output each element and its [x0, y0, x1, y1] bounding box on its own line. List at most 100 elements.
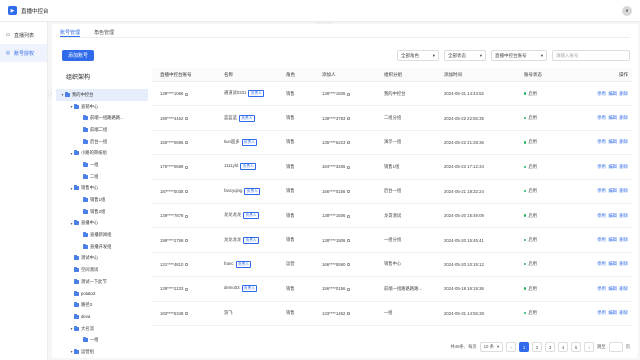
lock-icon	[184, 263, 188, 267]
disable-button[interactable]: 停用	[597, 115, 606, 120]
folder-icon	[83, 243, 88, 249]
org-tree-node[interactable]: 销售2组	[56, 206, 148, 218]
org-tree-node[interactable]: potato2	[56, 288, 148, 300]
org-tree-node-label: 一组	[90, 161, 99, 167]
org-tree-node[interactable]: ▾ 运营组	[56, 346, 148, 358]
disable-button[interactable]: 停用	[597, 237, 606, 242]
org-tree-node[interactable]: 销售1组	[56, 194, 148, 206]
org-tree-node[interactable]: ▾ 直播中心	[56, 218, 148, 230]
cell-status: 启用	[524, 164, 582, 170]
status-dot-icon	[524, 238, 527, 242]
disable-button[interactable]: 停用	[597, 164, 606, 169]
org-tree-node[interactable]: 后台一组	[56, 136, 148, 148]
delete-button[interactable]: 删除	[619, 139, 628, 144]
edit-button[interactable]: 编辑	[608, 139, 617, 144]
org-tree-node[interactable]: 一组	[56, 159, 148, 171]
account-search-input[interactable]: 请输入账号	[552, 50, 630, 61]
delete-button[interactable]: 删除	[619, 261, 628, 266]
delete-button[interactable]: 删除	[619, 188, 628, 193]
page-number-button[interactable]: 5	[571, 342, 582, 352]
org-tree-node-label: 销售2组	[90, 208, 106, 214]
status-select[interactable]: 全部状态 ▾	[444, 50, 486, 61]
org-tree-node[interactable]: 前端一组路路路...	[56, 112, 148, 124]
header-group: 组织分组	[384, 71, 402, 77]
org-tree-node[interactable]: 二组	[56, 171, 148, 183]
status-text: 启用	[528, 212, 537, 218]
org-tree-node[interactable]: 前端二组	[56, 124, 148, 136]
page-number-button[interactable]: 1	[519, 342, 530, 352]
lock-icon	[184, 116, 188, 120]
disable-button[interactable]: 停用	[597, 261, 606, 266]
cell-account: 183****5348	[152, 311, 224, 316]
page-size-select[interactable]: 10 条 ▾	[479, 342, 504, 352]
next-page-button[interactable]: ›	[584, 342, 595, 352]
disable-button[interactable]: 停用	[597, 286, 606, 291]
delete-button[interactable]: 删除	[619, 213, 628, 218]
cell-status: 启用	[524, 286, 582, 292]
adder-text: 138****1506	[322, 213, 346, 219]
disable-button[interactable]: 停用	[597, 213, 606, 218]
account-type-select[interactable]: 直播中控台账号 ▾	[491, 50, 547, 61]
org-tree-node[interactable]: ▾ 销售中心	[56, 183, 148, 195]
table-row: 190****4452 蓝蓝蓝 负责人 销售 138****3783 二组分组 2024-0…	[152, 106, 632, 131]
cell-name: demo03 负责人	[224, 285, 286, 293]
lock-icon	[184, 92, 188, 96]
disable-button[interactable]: 停用	[597, 91, 606, 96]
add-account-button[interactable]: 添加账号	[62, 50, 95, 61]
prev-page-button[interactable]: ‹	[506, 342, 517, 352]
delete-button[interactable]: 删除	[619, 237, 628, 242]
org-tree-node-label: 我的中控台	[72, 91, 94, 97]
edit-button[interactable]: 编辑	[608, 310, 617, 315]
edit-button[interactable]: 编辑	[608, 237, 617, 242]
owner-badge: 负责人	[243, 236, 259, 244]
disable-button[interactable]: 停用	[597, 310, 606, 315]
org-tree-node-label: 大名流	[81, 325, 94, 331]
tab-account-management[interactable]: 账号管理	[60, 26, 81, 37]
edit-button[interactable]: 编辑	[608, 188, 617, 193]
edit-button[interactable]: 编辑	[608, 286, 617, 291]
sidebar-item-account-auth[interactable]: ◎ 账号授权	[0, 44, 47, 62]
org-tree-node[interactable]: ▾ 大名流	[56, 323, 148, 335]
org-tree-node[interactable]: 直播新闻组	[56, 229, 148, 241]
cell-time: 2024-05-20 10:19:12	[444, 261, 484, 267]
delete-button[interactable]: 删除	[619, 91, 628, 96]
org-tree-node[interactable]: ▾ 直销中心	[56, 101, 148, 113]
jump-page-input[interactable]	[608, 342, 623, 352]
page-number-button[interactable]: 3	[545, 342, 556, 352]
cell-name: 1111yfd 负责人	[224, 163, 286, 171]
cell-account: 131****4810	[152, 262, 224, 267]
delete-button[interactable]: 删除	[619, 310, 628, 315]
account-text: 139****1066	[160, 91, 184, 97]
folder-icon	[83, 173, 88, 179]
page-number-button[interactable]: 4	[558, 342, 569, 352]
edit-button[interactable]: 编辑	[608, 115, 617, 120]
edit-button[interactable]: 编辑	[608, 261, 617, 266]
disable-button[interactable]: 停用	[597, 188, 606, 193]
org-tree-node[interactable]: ▾ 我的中控台	[56, 89, 148, 101]
delete-button[interactable]: 删除	[619, 286, 628, 291]
delete-button[interactable]: 删除	[619, 164, 628, 169]
cell-role: 销售	[286, 188, 295, 194]
user-avatar-icon[interactable]: ●	[622, 6, 632, 16]
sidebar-item-live-list[interactable]: ▭ 直播列表	[0, 26, 47, 44]
tab-role-management[interactable]: 角色管理	[94, 26, 114, 37]
edit-button[interactable]: 编辑	[608, 91, 617, 96]
org-tree-node[interactable]: deva	[56, 311, 148, 323]
folder-icon	[74, 267, 79, 273]
role-select[interactable]: 全部角色 ▾	[397, 50, 439, 61]
disable-button[interactable]: 停用	[597, 139, 606, 144]
chevron-down-icon: ▾	[479, 52, 482, 58]
edit-button[interactable]: 编辑	[608, 213, 617, 218]
org-tree-node[interactable]: ▾ 小路的审核组	[56, 147, 148, 159]
page-number-button[interactable]: 2	[532, 342, 543, 352]
org-tree-node[interactable]: 直播开发组	[56, 241, 148, 253]
delete-button[interactable]: 删除	[619, 115, 628, 120]
status-dot-icon	[524, 214, 527, 217]
org-tree-node[interactable]: 测试中心	[56, 253, 148, 265]
org-tree-node[interactable]: 路径3	[56, 299, 148, 311]
org-tree-node[interactable]: 空间测试	[56, 264, 148, 276]
org-tree-node[interactable]: 一组	[56, 334, 148, 346]
org-tree-node[interactable]: 测试一下此节	[56, 276, 148, 288]
lock-icon	[184, 190, 188, 194]
edit-button[interactable]: 编辑	[608, 164, 617, 169]
